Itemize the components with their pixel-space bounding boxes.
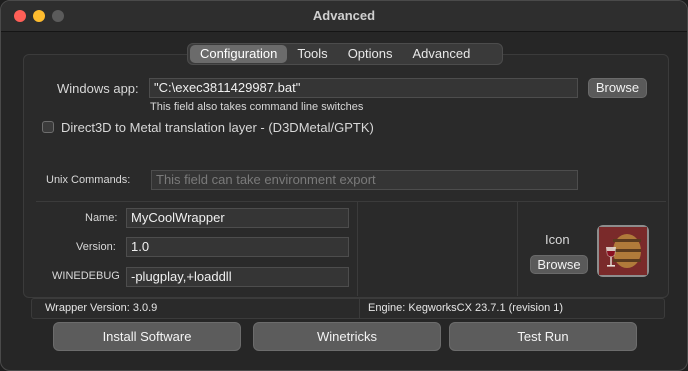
app-window: Advanced Configuration Tools Options Adv… (0, 0, 688, 371)
winetricks-button[interactable]: Winetricks (253, 322, 441, 351)
wrapper-version-text: Wrapper Version: 3.0.9 (45, 302, 158, 314)
version-label: Version: (76, 241, 116, 253)
icon-browse-button[interactable]: Browse (530, 255, 588, 274)
unix-commands-input[interactable]: This field can take environment export (151, 170, 578, 190)
windows-app-hint: This field also takes command line switc… (150, 101, 364, 113)
title-bar: Advanced (1, 1, 687, 32)
tab-configuration[interactable]: Configuration (190, 45, 288, 63)
icon-label: Icon (545, 232, 570, 247)
windows-app-label: Windows app: (57, 81, 139, 96)
column-divider-right (517, 201, 518, 296)
tab-bar: Configuration Tools Options Advanced (187, 43, 503, 65)
status-divider (359, 299, 360, 318)
tab-options[interactable]: Options (338, 45, 403, 63)
d3dmetal-checkbox[interactable] (42, 121, 54, 133)
d3dmetal-label: Direct3D to Metal translation layer - (D… (61, 120, 374, 135)
section-divider (36, 201, 666, 202)
install-software-button[interactable]: Install Software (53, 322, 241, 351)
version-input[interactable]: 1.0 (126, 237, 349, 257)
winedebug-input[interactable]: -plugplay,+loaddll (126, 267, 349, 287)
name-input[interactable]: MyCoolWrapper (126, 208, 349, 228)
column-divider-left (357, 201, 358, 296)
windows-app-input[interactable]: "C:\exec3811429987.bat" (149, 78, 578, 98)
tab-tools[interactable]: Tools (287, 45, 337, 63)
wrapper-icon-well[interactable] (597, 225, 649, 277)
engine-version-text: Engine: KegworksCX 23.7.1 (revision 1) (368, 302, 564, 314)
wine-barrel-icon (599, 227, 647, 275)
status-bar: Wrapper Version: 3.0.9 Engine: KegworksC… (31, 298, 665, 319)
unix-commands-label: Unix Commands: (46, 174, 131, 186)
test-run-button[interactable]: Test Run (449, 322, 637, 351)
winedebug-label: WINEDEBUG (52, 270, 120, 282)
window-title: Advanced (312, 8, 376, 23)
windows-app-browse-button[interactable]: Browse (588, 78, 647, 98)
tab-advanced[interactable]: Advanced (403, 45, 481, 63)
name-label: Name: (85, 212, 118, 224)
